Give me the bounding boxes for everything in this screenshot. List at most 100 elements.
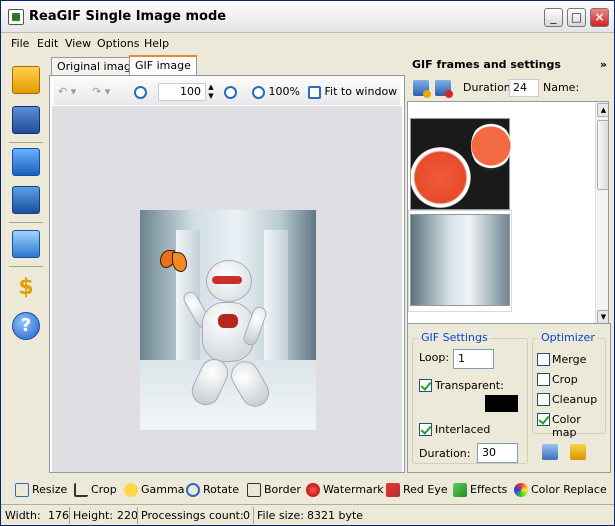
image-canvas[interactable]: [52, 106, 402, 472]
title-bar[interactable]: ReaGIF Single Image mode _ □ ×: [1, 1, 614, 33]
save-disk-icon[interactable]: [12, 106, 40, 134]
resize-button[interactable]: Resize: [15, 483, 67, 497]
crop-checkbox[interactable]: [537, 373, 550, 386]
image-tabs: Original image GIF image: [49, 55, 405, 76]
frame-duration-input[interactable]: 24: [509, 79, 539, 97]
crop-icon: [74, 483, 88, 497]
cleanup-label: Cleanup: [552, 393, 598, 406]
toolbar-separator: [9, 142, 43, 143]
red-eye-button[interactable]: Red Eye: [386, 483, 448, 497]
gamma-bulb-icon: [124, 483, 138, 497]
crop-label: Crop: [552, 373, 578, 386]
edit-toolbar: Resize Crop Gamma Rotate Border Watermar…: [1, 478, 614, 502]
zoom-in-icon[interactable]: [224, 83, 237, 101]
gif-duration-input[interactable]: 30: [477, 443, 518, 463]
frames-scrollbar[interactable]: ▲ ▼: [595, 102, 608, 324]
maximize-button[interactable]: □: [567, 8, 586, 27]
status-processings-label: Processings count:: [141, 509, 244, 522]
transparent-checkbox[interactable]: [419, 379, 432, 392]
watermark-label: Watermark: [323, 483, 384, 496]
scroll-thumb[interactable]: [597, 120, 608, 190]
red-eye-icon: [386, 483, 400, 497]
border-button[interactable]: Border: [247, 483, 301, 497]
color-map-checkbox[interactable]: [537, 413, 550, 426]
gamma-button[interactable]: Gamma: [124, 483, 184, 497]
app-icon: [8, 9, 24, 25]
border-icon: [247, 483, 261, 497]
color-replace-icon: [514, 483, 528, 497]
robot-image: [140, 210, 316, 430]
robot-chest: [218, 314, 238, 328]
cleanup-checkbox[interactable]: [537, 393, 550, 406]
gif-settings-group: GIF Settings Loop: 1 Transparent: Interl…: [412, 331, 528, 464]
minimize-button[interactable]: _: [544, 8, 563, 27]
color-map-label: Color map: [552, 413, 581, 439]
zoom-spinner[interactable]: ▲ ▼: [206, 83, 216, 101]
undo-icon[interactable]: ↶ ▾: [58, 83, 76, 101]
status-size-value: 8321 byte: [307, 509, 364, 522]
butterfly: [160, 250, 187, 272]
interlaced-label: Interlaced: [435, 423, 491, 436]
zoom-out-icon[interactable]: [134, 83, 147, 101]
menu-bar: File Edit View Options Help: [1, 34, 614, 53]
redo-icon[interactable]: ↷ ▾: [92, 83, 110, 101]
loop-input[interactable]: 1: [453, 349, 494, 369]
status-divider: [137, 507, 138, 524]
open-settings-folder-icon[interactable]: [570, 444, 586, 460]
status-width-value: 176: [48, 509, 69, 522]
transparent-color-swatch[interactable]: [485, 395, 518, 412]
frame-name-label: Name:: [543, 81, 580, 94]
frame-thumbnail-grapefruit[interactable]: [410, 118, 511, 210]
menu-edit[interactable]: Edit: [37, 37, 58, 50]
optimizer-group: Optimizer Merge Crop Cleanup Color map: [532, 331, 606, 439]
toolbar-separator: [9, 222, 43, 223]
rotate-icon: [186, 483, 200, 497]
scroll-down-arrow[interactable]: ▼: [597, 310, 608, 324]
status-size-label: File size:: [257, 509, 304, 522]
tab-gif-image[interactable]: GIF image: [129, 55, 197, 76]
close-button[interactable]: ×: [590, 8, 609, 27]
remove-frame-icon[interactable]: [12, 186, 40, 214]
menu-help[interactable]: Help: [144, 37, 169, 50]
interlaced-checkbox[interactable]: [419, 423, 432, 436]
menu-options[interactable]: Options: [97, 37, 139, 50]
fit-to-window-button[interactable]: Fit to window: [308, 83, 397, 101]
scroll-up-arrow[interactable]: ▲: [597, 103, 608, 117]
watermark-icon: [306, 483, 320, 497]
optimize-settings-icon[interactable]: [542, 444, 558, 460]
effects-button[interactable]: Effects: [453, 483, 507, 497]
image-panel: ↶ ▾ ↷ ▾ 100 ▲ ▼ 100% Fit to window: [49, 75, 405, 473]
delete-frame-icon[interactable]: [435, 80, 453, 98]
crop-button[interactable]: Crop: [74, 483, 117, 497]
app-window: ReaGIF Single Image mode _ □ × File Edit…: [0, 0, 615, 526]
transparent-label: Transparent:: [435, 379, 504, 392]
rotate-button[interactable]: Rotate: [186, 483, 239, 497]
rotate-label: Rotate: [203, 483, 240, 496]
buy-dollar-icon[interactable]: $: [12, 274, 40, 302]
menu-file[interactable]: File: [11, 37, 29, 50]
open-folder-icon[interactable]: [12, 66, 40, 94]
gif-settings-title: GIF Settings: [419, 331, 490, 344]
toolbar-separator: [9, 266, 43, 267]
add-frame-icon[interactable]: [12, 148, 40, 176]
frame-duration-label: Duration:: [463, 81, 515, 94]
merge-checkbox[interactable]: [537, 353, 550, 366]
watermark-button[interactable]: Watermark: [306, 483, 384, 497]
window-title: ReaGIF Single Image mode: [29, 9, 227, 24]
robot-visor: [212, 276, 242, 284]
frames-list: ▲ ▼: [407, 101, 609, 325]
zoom-100-button[interactable]: 100%: [252, 83, 300, 101]
status-width-label: Width:: [5, 509, 41, 522]
frame-thumbnail-robot[interactable]: [410, 214, 510, 306]
add-frame-icon[interactable]: [413, 80, 431, 98]
status-bar: Width: 176 Height: 220 Processings count…: [1, 504, 614, 525]
menu-view[interactable]: View: [65, 37, 91, 50]
status-height-value: 220: [117, 509, 138, 522]
resize-icon: [15, 483, 29, 497]
play-animation-icon[interactable]: [12, 230, 40, 258]
zoom-input[interactable]: 100: [158, 83, 206, 101]
panel-chevron-icon[interactable]: »: [600, 55, 607, 75]
help-icon[interactable]: ?: [12, 312, 40, 340]
effects-label: Effects: [470, 483, 508, 496]
color-replace-button[interactable]: Color Replace: [514, 483, 607, 497]
